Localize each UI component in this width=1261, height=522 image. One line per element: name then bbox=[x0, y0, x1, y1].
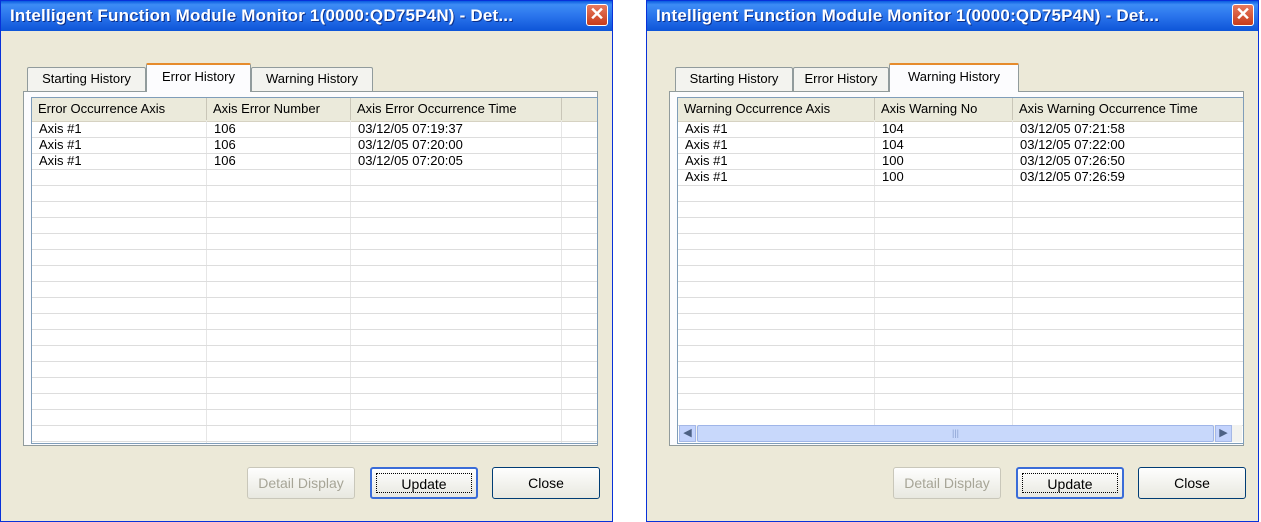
table-cell: 106 bbox=[214, 137, 236, 152]
table-cell: 106 bbox=[214, 153, 236, 168]
table-row[interactable]: Axis #1 106 03/12/05 07:20:00 bbox=[32, 137, 597, 154]
table-cell: 106 bbox=[214, 121, 236, 136]
table-row[interactable] bbox=[32, 409, 597, 426]
table-row[interactable]: Axis #1 100 03/12/05 07:26:59 bbox=[678, 169, 1243, 186]
table-cell: 104 bbox=[882, 121, 904, 136]
detail-display-button[interactable]: Detail Display bbox=[247, 467, 355, 499]
table-row[interactable] bbox=[32, 329, 597, 346]
table-cell: 104 bbox=[882, 137, 904, 152]
window-title: Intelligent Function Module Monitor 1(00… bbox=[10, 6, 514, 25]
error-history-dialog: Intelligent Function Module Monitor 1(00… bbox=[0, 0, 613, 522]
table-row[interactable] bbox=[678, 217, 1243, 234]
close-x-icon: ✕ bbox=[589, 4, 605, 24]
table-row[interactable] bbox=[678, 297, 1243, 314]
scrollbar-thumb[interactable]: ||| bbox=[697, 425, 1214, 442]
table-row[interactable] bbox=[678, 361, 1243, 378]
table-row[interactable] bbox=[678, 345, 1243, 362]
table-cell: 03/12/05 07:22:00 bbox=[1020, 137, 1125, 152]
table-row[interactable]: Axis #1 104 03/12/05 07:22:00 bbox=[678, 137, 1243, 154]
table-row[interactable] bbox=[32, 217, 597, 234]
arrow-right-icon[interactable]: ▶ bbox=[1215, 425, 1232, 442]
table-row[interactable] bbox=[678, 201, 1243, 218]
table-row[interactable] bbox=[678, 393, 1243, 410]
history-table[interactable]: Error Occurrence Axis Axis Error Number … bbox=[31, 97, 598, 444]
table-row[interactable]: Axis #1 106 03/12/05 07:20:05 bbox=[32, 153, 597, 170]
table-row[interactable] bbox=[678, 281, 1243, 298]
warning-history-dialog: Intelligent Function Module Monitor 1(00… bbox=[646, 0, 1259, 522]
detail-display-button[interactable]: Detail Display bbox=[893, 467, 1001, 499]
close-button[interactable]: Close bbox=[1138, 467, 1246, 499]
tab-warning-history[interactable]: Warning History bbox=[889, 63, 1019, 92]
horizontal-scrollbar[interactable]: ◀ ||| ▶ bbox=[679, 425, 1242, 442]
window-title: Intelligent Function Module Monitor 1(00… bbox=[656, 6, 1160, 25]
column-header[interactable]: Axis Warning No bbox=[875, 98, 1013, 120]
tab-error-history[interactable]: Error History bbox=[146, 63, 251, 92]
tab-starting-history[interactable]: Starting History bbox=[27, 67, 146, 91]
close-button[interactable]: Close bbox=[492, 467, 600, 499]
close-x-icon: ✕ bbox=[1235, 4, 1251, 24]
table-cell: 03/12/05 07:20:05 bbox=[358, 153, 463, 168]
column-header[interactable]: Axis Warning Occurrence Time bbox=[1013, 98, 1243, 120]
table-cell: 03/12/05 07:26:59 bbox=[1020, 169, 1125, 184]
title-bar[interactable]: Intelligent Function Module Monitor 1(00… bbox=[1, 1, 612, 31]
table-row[interactable] bbox=[32, 281, 597, 298]
close-window-button[interactable]: ✕ bbox=[586, 4, 608, 26]
arrow-left-icon[interactable]: ◀ bbox=[679, 425, 696, 442]
table-cell: Axis #1 bbox=[39, 153, 82, 168]
table-cell: Axis #1 bbox=[39, 137, 82, 152]
table-row[interactable] bbox=[32, 377, 597, 394]
table-row[interactable] bbox=[678, 313, 1243, 330]
table-row[interactable] bbox=[678, 233, 1243, 250]
table-row[interactable] bbox=[32, 425, 597, 442]
table-row[interactable] bbox=[32, 249, 597, 266]
table-cell: Axis #1 bbox=[685, 121, 728, 136]
table-cell: Axis #1 bbox=[39, 121, 82, 136]
table-row[interactable] bbox=[32, 361, 597, 378]
table-row[interactable] bbox=[678, 409, 1243, 426]
table-row[interactable] bbox=[32, 345, 597, 362]
update-button[interactable]: Update bbox=[1016, 467, 1124, 499]
table-cell: Axis #1 bbox=[685, 153, 728, 168]
table-row[interactable] bbox=[32, 233, 597, 250]
column-header[interactable]: Error Occurrence Axis bbox=[32, 98, 207, 120]
table-cell: 03/12/05 07:19:37 bbox=[358, 121, 463, 136]
table-row[interactable] bbox=[32, 297, 597, 314]
table-cell: 100 bbox=[882, 169, 904, 184]
table-row[interactable] bbox=[678, 185, 1243, 202]
table-cell: Axis #1 bbox=[685, 169, 728, 184]
column-header[interactable]: Axis Error Occurrence Time bbox=[351, 98, 562, 120]
table-cell: 03/12/05 07:20:00 bbox=[358, 137, 463, 152]
table-cell: Axis #1 bbox=[685, 137, 728, 152]
table-row[interactable]: Axis #1 106 03/12/05 07:19:37 bbox=[32, 121, 597, 138]
table-row[interactable] bbox=[678, 377, 1243, 394]
table-cell: 03/12/05 07:26:50 bbox=[1020, 153, 1125, 168]
table-row[interactable]: Axis #1 104 03/12/05 07:21:58 bbox=[678, 121, 1243, 138]
table-cell: 100 bbox=[882, 153, 904, 168]
table-cell: 03/12/05 07:21:58 bbox=[1020, 121, 1125, 136]
table-row[interactable] bbox=[32, 393, 597, 410]
table-row[interactable] bbox=[32, 169, 597, 186]
table-header: Warning Occurrence Axis Axis Warning No … bbox=[678, 98, 1243, 122]
table-row[interactable] bbox=[32, 201, 597, 218]
tab-warning-history[interactable]: Warning History bbox=[251, 67, 373, 91]
table-row[interactable] bbox=[32, 313, 597, 330]
column-header[interactable]: Warning Occurrence Axis bbox=[678, 98, 875, 120]
history-table[interactable]: Warning Occurrence Axis Axis Warning No … bbox=[677, 97, 1244, 444]
table-row[interactable] bbox=[678, 329, 1243, 346]
table-row[interactable] bbox=[32, 185, 597, 202]
tab-starting-history[interactable]: Starting History bbox=[675, 67, 793, 91]
table-row[interactable] bbox=[32, 265, 597, 282]
tab-error-history[interactable]: Error History bbox=[793, 67, 889, 91]
column-header[interactable]: Axis Error Number bbox=[207, 98, 351, 120]
table-header: Error Occurrence Axis Axis Error Number … bbox=[32, 98, 597, 122]
close-window-button[interactable]: ✕ bbox=[1232, 4, 1254, 26]
table-row[interactable] bbox=[678, 249, 1243, 266]
table-row[interactable] bbox=[678, 265, 1243, 282]
table-row[interactable]: Axis #1 100 03/12/05 07:26:50 bbox=[678, 153, 1243, 170]
update-button[interactable]: Update bbox=[370, 467, 478, 499]
title-bar[interactable]: Intelligent Function Module Monitor 1(00… bbox=[647, 1, 1258, 31]
